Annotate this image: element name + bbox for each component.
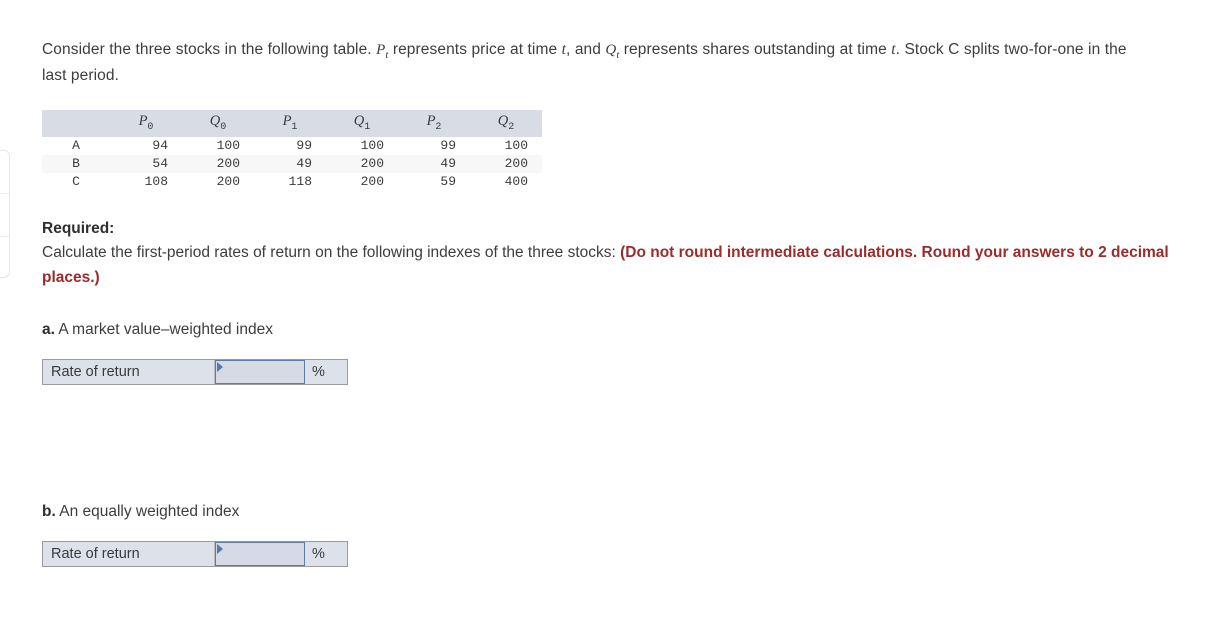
column-header-q2: Q2 <box>470 109 542 137</box>
cell-b-p1: 49 <box>254 154 326 173</box>
cell-b-p2: 49 <box>398 154 470 173</box>
variable-price: Pt <box>376 41 389 61</box>
cell-c-p1: 118 <box>288 173 312 189</box>
question-prompt: Consider the three stocks in the followi… <box>42 38 1154 88</box>
cell-c-q0: 200 <box>216 173 240 189</box>
table-row: B 54 200 49 200 49 200 <box>42 154 542 173</box>
cell-b-q0: 200 <box>182 154 254 173</box>
column-header-q1: Q1 <box>326 109 398 137</box>
part-b-letter: b. <box>42 503 56 521</box>
column-header-p0: P0 <box>110 109 182 137</box>
answer-row-a: Rate of return % <box>42 359 348 386</box>
panel-divider <box>0 193 9 194</box>
rate-of-return-input-a[interactable] <box>215 360 305 385</box>
column-header-p2: P2 <box>398 109 470 137</box>
cell-a-p0: 94 <box>152 137 168 153</box>
required-instruction: Calculate the first-period rates of retu… <box>42 241 1172 291</box>
cell-c-q1: 200 <box>360 173 384 189</box>
part-a-title: A market value–weighted index <box>58 321 273 339</box>
row-label-a: A <box>72 137 80 153</box>
cell-c-p0: 108 <box>144 173 168 189</box>
cell-b-q1: 200 <box>326 154 398 173</box>
table-header-row: P0 Q0 P1 Q1 P2 Q2 <box>42 109 542 137</box>
required-label: Required: <box>42 219 115 237</box>
panel-divider <box>0 236 9 237</box>
cell-c-p2: 59 <box>440 173 456 189</box>
row-label-b: B <box>42 154 110 173</box>
column-header-q0: Q0 <box>182 109 254 137</box>
cell-a-q0: 100 <box>216 137 240 153</box>
variable-quantity: Qt <box>605 41 620 61</box>
left-panel-edge <box>0 150 10 278</box>
cell-b-p0: 54 <box>110 154 182 173</box>
answer-input-wrap-a <box>215 360 305 385</box>
required-text: Calculate the first-period rates of retu… <box>42 244 621 262</box>
part-a-heading: a. A market value–weighted index <box>42 321 1172 339</box>
column-header-p1: P1 <box>254 109 326 137</box>
cell-c-q2: 400 <box>504 173 528 189</box>
cell-a-q2: 100 <box>504 137 528 153</box>
answer-row-b: Rate of return % <box>42 541 348 568</box>
prompt-text-2: represents price at time <box>388 40 562 58</box>
answer-input-wrap-b <box>215 542 305 567</box>
prompt-text-1: Consider the three stocks in the followi… <box>42 40 377 58</box>
question-content: Consider the three stocks in the followi… <box>42 22 1172 568</box>
percent-unit-a: % <box>305 360 347 385</box>
prompt-text-3: , and <box>566 40 606 58</box>
stock-data-table: P0 Q0 P1 Q1 P2 Q2 A 94 100 99 100 99 100… <box>42 109 542 191</box>
row-label-c: C <box>72 173 80 189</box>
cell-a-p2: 99 <box>440 137 456 153</box>
table-row: C 108 200 118 200 59 400 <box>42 173 542 191</box>
cell-a-q1: 100 <box>360 137 384 153</box>
rate-of-return-input-b[interactable] <box>215 542 305 567</box>
required-block: Required: Calculate the first-period rat… <box>42 217 1172 291</box>
table-header: P0 Q0 P1 Q1 P2 Q2 <box>42 109 542 137</box>
answer-label-b: Rate of return <box>43 542 215 567</box>
table-body: A 94 100 99 100 99 100 B 54 200 49 200 4… <box>42 137 542 191</box>
cell-a-p1: 99 <box>296 137 312 153</box>
cell-b-q2: 200 <box>470 154 542 173</box>
table-row: A 94 100 99 100 99 100 <box>42 137 542 155</box>
table-corner-cell <box>42 109 110 137</box>
part-b-heading: b. An equally weighted index <box>42 503 1172 521</box>
percent-unit-b: % <box>305 542 347 567</box>
answer-label-a: Rate of return <box>43 360 215 385</box>
part-b-title: An equally weighted index <box>59 503 240 521</box>
part-a-letter: a. <box>42 321 55 339</box>
prompt-text-4: represents shares outstanding at time <box>619 40 892 58</box>
